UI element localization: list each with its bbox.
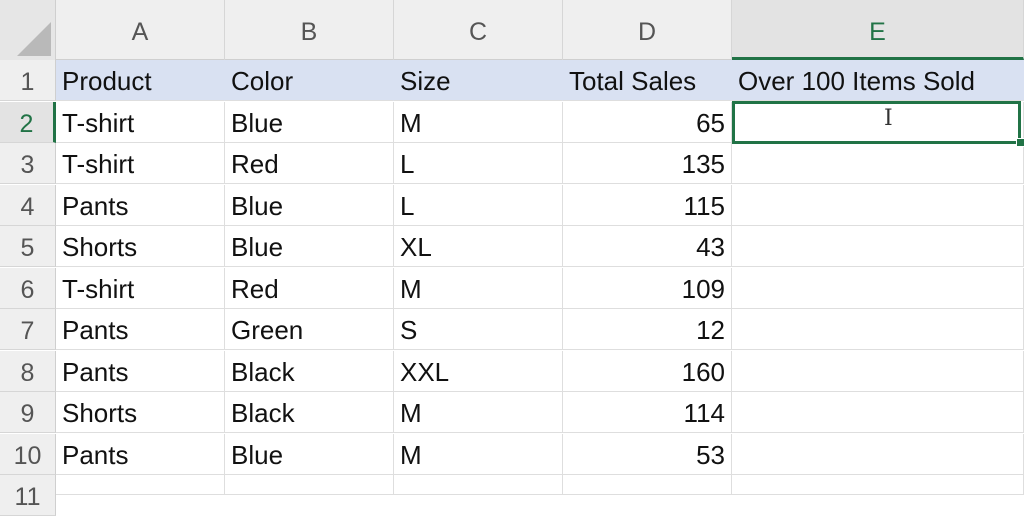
column-header-a[interactable]: A xyxy=(56,0,225,60)
cell-b6[interactable]: Red xyxy=(225,267,394,309)
cell-c1[interactable]: Size xyxy=(394,60,563,101)
cell-d4[interactable]: 115 xyxy=(563,184,732,226)
cell-a3[interactable]: T-shirt xyxy=(56,143,225,184)
cell-d3[interactable]: 135 xyxy=(563,143,732,184)
column-header-c[interactable]: C xyxy=(394,0,563,60)
cell-a4[interactable]: Pants xyxy=(56,184,225,226)
cell-a2[interactable]: T-shirt xyxy=(56,101,225,143)
cell-d5[interactable]: 43 xyxy=(563,226,732,267)
cell-b5[interactable]: Blue xyxy=(225,226,394,267)
column-header-b[interactable]: B xyxy=(225,0,394,60)
row-header-4[interactable]: 4 xyxy=(0,184,56,226)
cell-d2[interactable]: 65 xyxy=(563,101,732,143)
cell-b1[interactable]: Color xyxy=(225,60,394,101)
cell-d11[interactable] xyxy=(563,475,732,495)
spreadsheet-grid[interactable]: ABCDE 1 2 3 4 5 6 7 8 9 10 11 Product Color Size Total… xyxy=(0,0,1024,519)
cell-b10[interactable]: Blue xyxy=(225,433,394,475)
cell-b11[interactable] xyxy=(225,475,394,495)
cell-a9[interactable]: Shorts xyxy=(56,392,225,433)
row-header-6[interactable]: 6 xyxy=(0,267,56,309)
cell-a8[interactable]: Pants xyxy=(56,350,225,392)
fill-handle[interactable] xyxy=(1016,138,1024,147)
cell-c10[interactable]: M xyxy=(394,433,563,475)
cell-e7[interactable] xyxy=(732,309,1024,350)
cell-b8[interactable]: Black xyxy=(225,350,394,392)
cell-b2[interactable]: Blue xyxy=(225,101,394,143)
cell-a10[interactable]: Pants xyxy=(56,433,225,475)
cell-c3[interactable]: L xyxy=(394,143,563,184)
cell-c11[interactable] xyxy=(394,475,563,495)
cell-e10[interactable] xyxy=(732,433,1024,475)
cell-d9[interactable]: 114 xyxy=(563,392,732,433)
cell-c8[interactable]: XXL xyxy=(394,350,563,392)
select-all-triangle-icon xyxy=(17,22,51,56)
cell-c2[interactable]: M xyxy=(394,101,563,143)
column-header-e[interactable]: E xyxy=(732,0,1024,60)
column-header-bar: ABCDE xyxy=(0,0,1024,60)
cell-a7[interactable]: Pants xyxy=(56,309,225,350)
selected-cell-outline[interactable] xyxy=(732,100,1021,144)
cell-d10[interactable]: 53 xyxy=(563,433,732,475)
cell-a1[interactable]: Product xyxy=(56,60,225,101)
cell-c5[interactable]: XL xyxy=(394,226,563,267)
select-all-corner[interactable] xyxy=(0,0,56,60)
cell-d7[interactable]: 12 xyxy=(563,309,732,350)
cell-c6[interactable]: M xyxy=(394,267,563,309)
cell-e3[interactable] xyxy=(732,143,1024,184)
row-header-3[interactable]: 3 xyxy=(0,143,56,184)
cell-a11[interactable] xyxy=(56,475,225,495)
cell-e1[interactable]: Over 100 Items Sold xyxy=(732,60,1024,101)
cell-a6[interactable]: T-shirt xyxy=(56,267,225,309)
cell-d1[interactable]: Total Sales xyxy=(563,60,732,101)
cell-e9[interactable] xyxy=(732,392,1024,433)
row-header-5[interactable]: 5 xyxy=(0,226,56,267)
cell-e6[interactable] xyxy=(732,267,1024,309)
row-header-7[interactable]: 7 xyxy=(0,309,56,350)
cell-c7[interactable]: S xyxy=(394,309,563,350)
text-cursor-icon: I xyxy=(884,106,893,131)
cell-b4[interactable]: Blue xyxy=(225,184,394,226)
cell-e5[interactable] xyxy=(732,226,1024,267)
column-header-d[interactable]: D xyxy=(563,0,732,60)
row-header-1[interactable]: 1 xyxy=(0,60,56,101)
cell-e8[interactable] xyxy=(732,350,1024,392)
row-header-8[interactable]: 8 xyxy=(0,350,56,392)
cell-c9[interactable]: M xyxy=(394,392,563,433)
cell-c4[interactable]: L xyxy=(394,184,563,226)
row-header-2[interactable]: 2 xyxy=(0,101,56,143)
row-header-10[interactable]: 10 xyxy=(0,433,56,475)
row-header-11[interactable]: 11 xyxy=(0,475,56,516)
cell-e4[interactable] xyxy=(732,184,1024,226)
cell-b9[interactable]: Black xyxy=(225,392,394,433)
cell-d8[interactable]: 160 xyxy=(563,350,732,392)
cell-e11[interactable] xyxy=(732,475,1024,495)
row-header-9[interactable]: 9 xyxy=(0,392,56,433)
cell-b3[interactable]: Red xyxy=(225,143,394,184)
cell-d6[interactable]: 109 xyxy=(563,267,732,309)
cell-a5[interactable]: Shorts xyxy=(56,226,225,267)
cell-b7[interactable]: Green xyxy=(225,309,394,350)
